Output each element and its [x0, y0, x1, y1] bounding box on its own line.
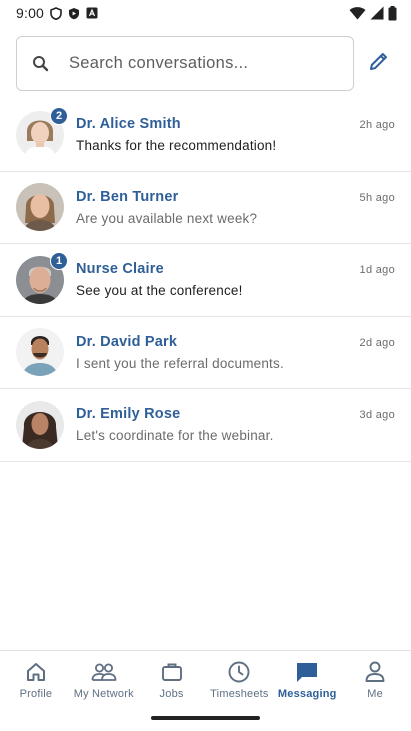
conversation-item[interactable]: 1 Nurse Claire See you at the conference…	[0, 244, 411, 317]
message-preview: Are you available next week?	[76, 210, 258, 226]
home-icon	[23, 660, 49, 684]
conversation-item[interactable]: Dr. Emily Rose Let's coordinate for the …	[0, 389, 411, 462]
home-indicator[interactable]	[151, 716, 260, 720]
nav-item-me[interactable]: Me	[341, 651, 409, 702]
avatar	[16, 183, 64, 232]
nav-item-timesheets[interactable]: Timesheets	[205, 651, 273, 702]
bottom-navigation: Profile My Network Jobs Timesheets Messa…	[0, 650, 411, 702]
compose-button[interactable]	[366, 51, 392, 77]
nav-label: Messaging	[277, 688, 337, 700]
nav-item-jobs[interactable]: Jobs	[138, 651, 206, 702]
nav-label: Profile	[19, 688, 53, 700]
message-time: 5h ago	[359, 191, 395, 204]
message-time: 2d ago	[359, 336, 395, 349]
briefcase-icon	[159, 660, 185, 684]
shield-icon	[50, 6, 62, 20]
people-icon	[91, 660, 117, 684]
avatar	[16, 328, 64, 377]
nav-label: My Network	[73, 688, 134, 700]
wifi-icon	[349, 6, 366, 20]
chat-icon	[294, 660, 320, 684]
message-preview: See you at the conference!	[76, 283, 243, 299]
search-box[interactable]	[16, 36, 354, 91]
unread-badge: 1	[50, 251, 68, 270]
avatar	[16, 400, 64, 449]
status-bar: 9:00	[0, 0, 411, 26]
pencil-icon	[368, 50, 390, 77]
message-preview: I sent you the referral documents.	[76, 355, 284, 371]
clock-icon	[226, 660, 252, 684]
search-icon	[31, 54, 51, 74]
nav-item-my-network[interactable]: My Network	[70, 651, 138, 702]
play-protect-icon	[68, 7, 80, 20]
unread-badge: 2	[50, 106, 68, 125]
conversation-list: 2 Dr. Alice Smith Thanks for the recomme…	[0, 99, 411, 462]
conversation-item[interactable]: Dr. Ben Turner Are you available next we…	[0, 172, 411, 244]
message-time: 2h ago	[359, 119, 395, 131]
battery-icon	[388, 5, 397, 21]
nav-item-messaging[interactable]: Messaging	[273, 651, 341, 702]
app-notification-icon	[86, 7, 98, 19]
nav-item-profile[interactable]: Profile	[2, 651, 70, 702]
nav-label: Jobs	[159, 688, 184, 700]
person-icon	[362, 660, 388, 684]
conversation-item[interactable]: 2 Dr. Alice Smith Thanks for the recomme…	[0, 99, 411, 172]
nav-label: Me	[367, 688, 383, 700]
message-time: 3d ago	[359, 409, 395, 421]
nav-label: Timesheets	[210, 688, 269, 700]
status-time: 9:00	[16, 5, 45, 21]
message-preview: Thanks for the recommendation!	[76, 138, 277, 154]
search-row	[16, 36, 398, 91]
message-time: 1d ago	[359, 264, 395, 276]
search-input[interactable]	[69, 54, 329, 73]
message-preview: Let's coordinate for the webinar.	[76, 428, 274, 444]
conversation-item[interactable]: Dr. David Park I sent you the referral d…	[0, 317, 411, 389]
cell-signal-icon	[370, 6, 384, 20]
